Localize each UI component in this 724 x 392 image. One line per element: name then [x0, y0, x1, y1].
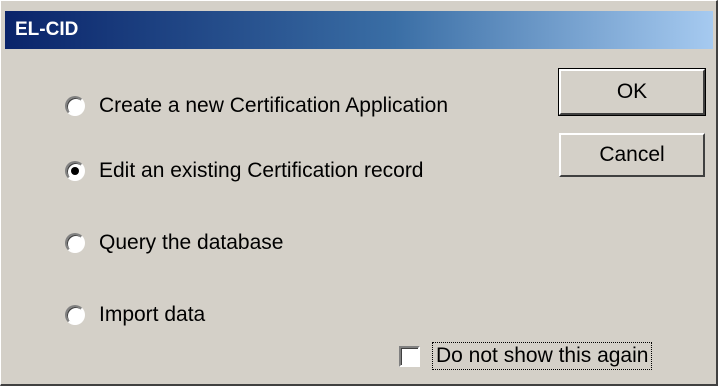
radio-button[interactable]	[65, 233, 85, 253]
radio-label: Create a new Certification Application	[99, 94, 449, 117]
cancel-button[interactable]: Cancel	[559, 133, 705, 177]
radio-button-selected[interactable]	[65, 161, 85, 181]
checkbox-label: Do not show this again	[431, 342, 653, 370]
ok-button-label: OK	[616, 80, 648, 103]
do-not-show-again-checkbox[interactable]	[399, 345, 420, 367]
radio-button[interactable]	[65, 305, 85, 325]
radio-option-query[interactable]: Query the database	[65, 228, 283, 258]
dialog-window: EL-CID Create a new Certification Applic…	[0, 0, 718, 386]
radio-option-import[interactable]: Import data	[65, 300, 205, 330]
radio-button[interactable]	[65, 96, 85, 116]
radio-option-edit[interactable]: Edit an existing Certification record	[65, 156, 424, 186]
radio-label: Edit an existing Certification record	[99, 159, 424, 182]
radio-label: Query the database	[99, 231, 284, 254]
title-bar[interactable]: EL-CID	[5, 11, 713, 49]
radio-option-create[interactable]: Create a new Certification Application	[65, 91, 448, 121]
radio-label: Import data	[99, 303, 206, 326]
ok-button[interactable]: OK	[558, 68, 706, 116]
do-not-show-again-checkbox-row[interactable]: Do not show this again	[399, 341, 653, 371]
window-title: EL-CID	[15, 19, 79, 40]
cancel-button-label: Cancel	[599, 143, 665, 166]
